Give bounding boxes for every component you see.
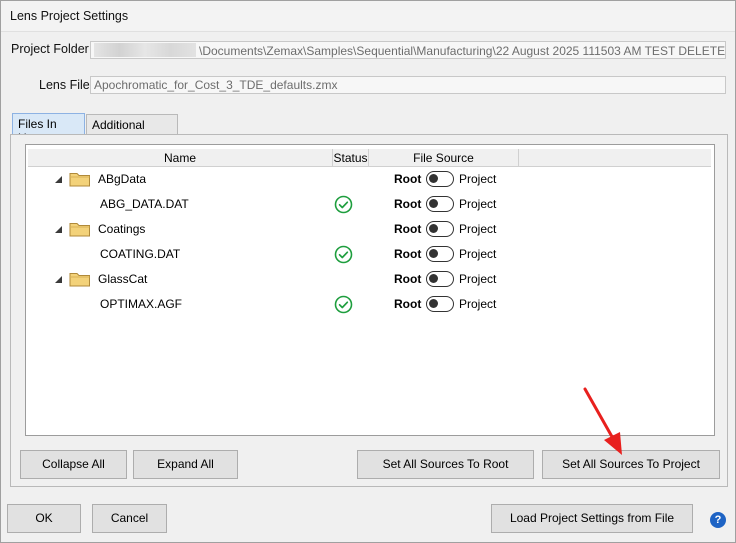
collapse-triangle-icon[interactable] xyxy=(55,226,62,233)
check-circle-icon xyxy=(334,245,353,264)
file-source-toggle[interactable] xyxy=(426,221,454,237)
column-header-name[interactable]: Name xyxy=(28,149,333,167)
files-in-use-panel: Name Status File Source ABgData Root Pro… xyxy=(10,134,728,487)
files-grid[interactable]: Name Status File Source ABgData Root Pro… xyxy=(25,144,715,436)
lens-file-field[interactable]: Apochromatic_for_Cost_3_TDE_defaults.zmx xyxy=(90,76,726,94)
toggle-knob xyxy=(429,199,438,208)
cancel-button[interactable]: Cancel xyxy=(92,504,167,533)
set-all-sources-to-root-button[interactable]: Set All Sources To Root xyxy=(357,450,534,479)
title-bar: Lens Project Settings xyxy=(1,1,735,32)
grid-row-file-optimax[interactable]: OPTIMAX.AGF Root Project xyxy=(28,292,711,317)
grid-row-folder-abgdata[interactable]: ABgData Root Project xyxy=(28,167,711,192)
lens-file-value: Apochromatic_for_Cost_3_TDE_defaults.zmx xyxy=(94,78,338,92)
source-root-label: Root xyxy=(394,272,422,286)
source-project-label: Project xyxy=(459,297,497,311)
file-source-toggle[interactable] xyxy=(426,271,454,287)
grid-row-file-coating[interactable]: COATING.DAT Root Project xyxy=(28,242,711,267)
column-header-filler xyxy=(519,149,711,167)
toggle-knob xyxy=(429,249,438,258)
row-name: Coatings xyxy=(98,222,146,236)
file-source-toggle[interactable] xyxy=(426,196,454,212)
column-header-status[interactable]: Status xyxy=(333,149,369,167)
source-root-label: Root xyxy=(394,247,422,261)
grid-row-folder-coatings[interactable]: Coatings Root Project xyxy=(28,217,711,242)
help-icon[interactable]: ? xyxy=(710,512,726,528)
toggle-knob xyxy=(429,224,438,233)
expand-all-button[interactable]: Expand All xyxy=(133,450,238,479)
row-name: OPTIMAX.AGF xyxy=(100,297,183,311)
row-name: COATING.DAT xyxy=(100,247,181,261)
row-name: ABgData xyxy=(98,172,147,186)
tab-additional-files[interactable]: Additional Files xyxy=(86,114,178,146)
collapse-triangle-icon[interactable] xyxy=(55,176,62,183)
toggle-knob xyxy=(429,174,438,183)
redacted-path xyxy=(94,43,196,57)
tab-files-in-use[interactable]: Files In Use xyxy=(12,113,85,145)
folder-icon xyxy=(69,173,90,187)
row-name: ABG_DATA.DAT xyxy=(100,197,189,211)
grid-row-file-abg-data[interactable]: ABG_DATA.DAT Root Project xyxy=(28,192,711,217)
set-all-sources-to-project-button[interactable]: Set All Sources To Project xyxy=(542,450,720,479)
source-project-label: Project xyxy=(459,222,497,236)
project-folder-value: \Documents\Zemax\Samples\Sequential\Manu… xyxy=(199,44,726,58)
lens-file-label: Lens File xyxy=(39,78,90,92)
load-project-settings-button[interactable]: Load Project Settings from File xyxy=(491,504,693,533)
folder-icon xyxy=(69,273,90,287)
lens-project-settings-window: Lens Project Settings Project Folder \Do… xyxy=(0,0,736,543)
file-source-toggle[interactable] xyxy=(426,171,454,187)
column-header-file-source[interactable]: File Source xyxy=(369,149,519,167)
toggle-knob xyxy=(429,274,438,283)
row-name: GlassCat xyxy=(98,272,148,286)
check-circle-icon xyxy=(334,295,353,314)
source-root-label: Root xyxy=(394,297,422,311)
grid-header: Name Status File Source xyxy=(28,149,711,167)
source-project-label: Project xyxy=(459,172,497,186)
source-root-label: Root xyxy=(394,172,422,186)
check-circle-icon xyxy=(334,195,353,214)
toggle-knob xyxy=(429,299,438,308)
folder-icon xyxy=(69,223,90,237)
source-root-label: Root xyxy=(394,197,422,211)
grid-row-folder-glasscat[interactable]: GlassCat Root Project xyxy=(28,267,711,292)
file-source-toggle[interactable] xyxy=(426,246,454,262)
source-project-label: Project xyxy=(459,197,497,211)
collapse-all-button[interactable]: Collapse All xyxy=(20,450,127,479)
source-root-label: Root xyxy=(394,222,422,236)
project-folder-label: Project Folder xyxy=(11,42,89,56)
project-folder-field[interactable]: \Documents\Zemax\Samples\Sequential\Manu… xyxy=(90,41,726,59)
source-project-label: Project xyxy=(459,272,497,286)
window-title: Lens Project Settings xyxy=(10,9,129,23)
file-source-toggle[interactable] xyxy=(426,296,454,312)
ok-button[interactable]: OK xyxy=(7,504,81,533)
source-project-label: Project xyxy=(459,247,497,261)
collapse-triangle-icon[interactable] xyxy=(55,276,62,283)
